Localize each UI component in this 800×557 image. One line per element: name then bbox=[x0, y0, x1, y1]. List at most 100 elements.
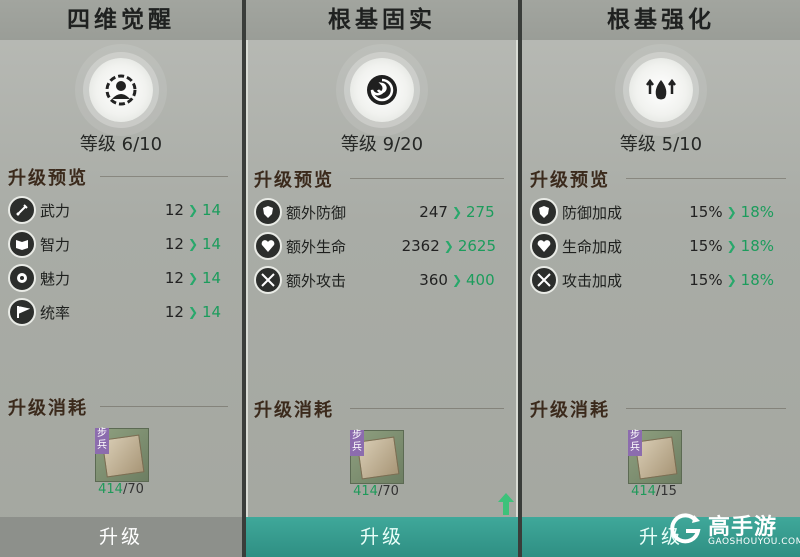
panel-foundation-strengthen: 根基强化 等级 5/10 升级预览 防御加成 15% ❯ 18% 生命加成 15… bbox=[522, 0, 800, 557]
upgrade-available-arrow-icon bbox=[498, 493, 514, 515]
stat-new-value: 400 bbox=[466, 271, 495, 289]
divider bbox=[100, 176, 228, 177]
upgrade-cost-heading: 升级消耗 bbox=[8, 398, 88, 419]
stat-name: 防御加成 bbox=[562, 203, 623, 222]
increase-arrow-icon: ❯ bbox=[187, 271, 198, 285]
stat-row: 防御加成 15% ❯ 18% bbox=[530, 198, 774, 226]
panel-title: 根基强化 bbox=[522, 0, 800, 40]
level-text: 等级 6/10 bbox=[79, 134, 163, 155]
cost-item-infantry-manual[interactable]: 步兵 bbox=[628, 430, 682, 484]
upgrade-preview-heading: 升级预览 bbox=[8, 168, 88, 189]
stat-row: 生命加成 15% ❯ 18% bbox=[530, 232, 774, 260]
stat-row: 智力 12 ❯ 14 bbox=[8, 230, 232, 258]
cost-owned: 414 bbox=[98, 482, 123, 497]
stat-name: 武力 bbox=[40, 201, 71, 220]
cost-item-infantry-manual[interactable]: 步兵 bbox=[95, 428, 149, 482]
cost-required: /15 bbox=[655, 484, 677, 499]
cost-owned: 414 bbox=[353, 484, 378, 499]
stat-name: 攻击加成 bbox=[562, 271, 623, 290]
stat-new-value: 18% bbox=[740, 237, 774, 255]
stat-new-value: 18% bbox=[740, 271, 774, 289]
stat-name: 生命加成 bbox=[562, 237, 623, 256]
charm-icon bbox=[8, 264, 36, 292]
upgrade-cost-heading: 升级消耗 bbox=[254, 400, 334, 421]
stat-old-value: 2362 bbox=[401, 237, 440, 255]
item-tag: 步兵 bbox=[628, 430, 642, 456]
increase-arrow-icon: ❯ bbox=[451, 273, 462, 287]
swirl-orb-icon bbox=[350, 58, 414, 122]
cost-required: /70 bbox=[122, 482, 144, 497]
banner-icon bbox=[8, 298, 36, 326]
stat-old-value: 15% bbox=[689, 237, 723, 255]
stat-old-value: 15% bbox=[689, 203, 723, 221]
divider bbox=[350, 408, 504, 409]
divider bbox=[626, 408, 786, 409]
cost-amount: 414/15 bbox=[614, 484, 694, 499]
gaoshouyou-logo-icon bbox=[670, 513, 701, 544]
stat-new-value: 275 bbox=[466, 203, 495, 221]
increase-arrow-icon: ❯ bbox=[726, 273, 737, 287]
stat-row: 额外防御 247 ❯ 275 bbox=[254, 198, 496, 226]
item-tag: 步兵 bbox=[350, 430, 364, 456]
watermark-url: GAOSHOUYOU.COM bbox=[708, 537, 800, 547]
heart-icon bbox=[530, 232, 558, 260]
stat-old-value: 12 bbox=[164, 201, 184, 219]
stat-name: 统率 bbox=[40, 303, 71, 322]
panel-title: 根基固实 bbox=[246, 0, 518, 40]
stat-new-value: 18% bbox=[740, 203, 774, 221]
level-text: 等级 5/10 bbox=[619, 134, 703, 155]
cost-amount: 414/70 bbox=[336, 484, 416, 499]
stat-name: 额外生命 bbox=[286, 237, 347, 256]
stat-row: 统率 12 ❯ 14 bbox=[8, 298, 232, 326]
increase-arrow-icon: ❯ bbox=[726, 239, 737, 253]
stat-name: 智力 bbox=[40, 235, 71, 254]
shield-icon bbox=[530, 198, 558, 226]
increase-arrow-icon: ❯ bbox=[187, 237, 198, 251]
stat-new-value: 2625 bbox=[457, 237, 496, 255]
increase-arrow-icon: ❯ bbox=[187, 305, 198, 319]
increase-arrow-icon: ❯ bbox=[726, 205, 737, 219]
cost-owned: 414 bbox=[631, 484, 656, 499]
upgrade-button[interactable]: 升级 bbox=[0, 517, 242, 557]
cost-amount: 414/70 bbox=[81, 482, 161, 497]
divider bbox=[350, 178, 504, 179]
panel-four-dimension-awakening: 四维觉醒 等级 6/10 升级预览 武力 12 ❯ 14 智力 12 ❯ 14 … bbox=[0, 0, 242, 557]
stat-name: 额外防御 bbox=[286, 203, 347, 222]
divider bbox=[626, 178, 786, 179]
stat-new-value: 14 bbox=[202, 201, 222, 219]
upgrade-button[interactable]: 升级 bbox=[246, 517, 518, 557]
site-watermark: 高手游 GAOSHOUYOU.COM bbox=[668, 507, 800, 551]
upgrade-cost-heading: 升级消耗 bbox=[530, 400, 610, 421]
cost-required: /70 bbox=[377, 484, 399, 499]
shield-icon bbox=[254, 198, 282, 226]
crossed-swords-icon bbox=[530, 266, 558, 294]
increase-arrow-icon: ❯ bbox=[451, 205, 462, 219]
stat-old-value: 12 bbox=[164, 303, 184, 321]
stat-name: 魅力 bbox=[40, 269, 71, 288]
increase-arrow-icon: ❯ bbox=[443, 239, 454, 253]
item-tag: 步兵 bbox=[95, 428, 109, 454]
panel-foundation-solid: 根基固实 等级 9/20 升级预览 额外防御 247 ❯ 275 额外生命 23… bbox=[246, 0, 518, 557]
heart-icon bbox=[254, 232, 282, 260]
level-text: 等级 9/20 bbox=[340, 134, 424, 155]
person-badge-icon bbox=[89, 58, 153, 122]
crossed-swords-icon bbox=[254, 266, 282, 294]
cost-item-infantry-manual[interactable]: 步兵 bbox=[350, 430, 404, 484]
flame-up-arrows-icon bbox=[629, 58, 693, 122]
panel-title: 四维觉醒 bbox=[0, 0, 242, 40]
stat-old-value: 12 bbox=[164, 235, 184, 253]
divider bbox=[100, 406, 228, 407]
stat-row: 额外攻击 360 ❯ 400 bbox=[254, 266, 496, 294]
sword-icon bbox=[8, 196, 36, 224]
stat-name: 额外攻击 bbox=[286, 271, 347, 290]
stat-row: 攻击加成 15% ❯ 18% bbox=[530, 266, 774, 294]
increase-arrow-icon: ❯ bbox=[187, 203, 198, 217]
upgrade-preview-heading: 升级预览 bbox=[254, 170, 334, 191]
stat-new-value: 14 bbox=[202, 235, 222, 253]
stat-row: 额外生命 2362 ❯ 2625 bbox=[254, 232, 496, 260]
stat-old-value: 15% bbox=[689, 271, 723, 289]
stat-new-value: 14 bbox=[202, 269, 222, 287]
stat-row: 武力 12 ❯ 14 bbox=[8, 196, 232, 224]
stat-old-value: 247 bbox=[419, 203, 448, 221]
stat-new-value: 14 bbox=[202, 303, 222, 321]
